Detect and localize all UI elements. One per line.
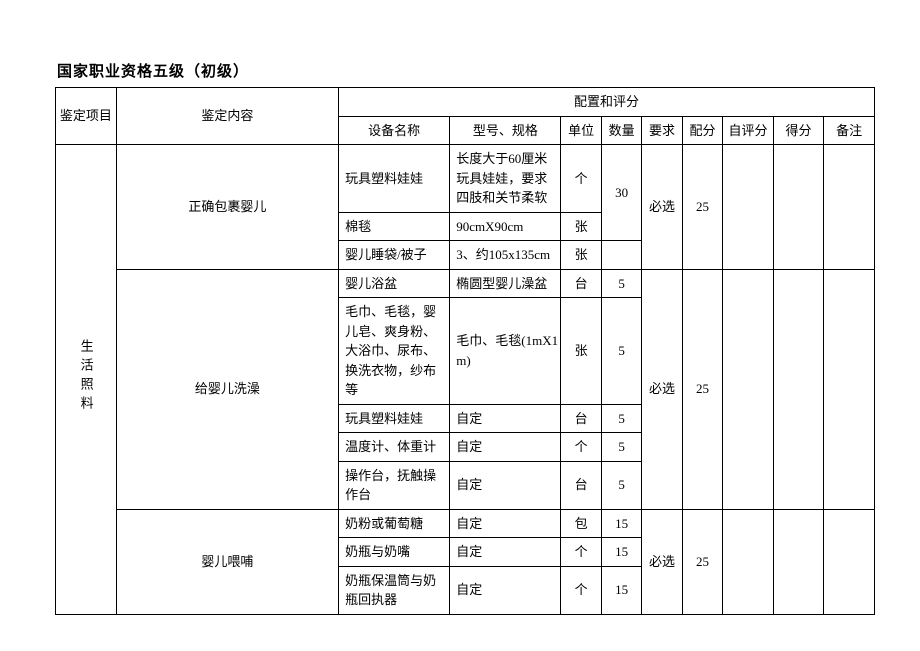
header-note: 备注 — [824, 116, 875, 145]
qty-cell: 15 — [601, 566, 641, 614]
header-content: 鉴定内容 — [116, 88, 338, 145]
equip-cell: 奶粉或葡萄糖 — [339, 509, 450, 538]
table-row: 婴儿喂哺 奶粉或葡萄糖 自定 包 15 必选 25 — [56, 509, 875, 538]
header-req: 要求 — [642, 116, 682, 145]
unit-cell: 包 — [561, 509, 601, 538]
qty-cell: 15 — [601, 538, 641, 567]
unit-cell: 张 — [561, 298, 601, 405]
assessment-table: 鉴定项目 鉴定内容 配置和评分 设备名称 型号、规格 单位 数量 要求 配分 自… — [55, 87, 875, 615]
equip-cell: 棉毯 — [339, 212, 450, 241]
spec-cell: 自定 — [450, 433, 561, 462]
spec-cell: 自定 — [450, 538, 561, 567]
unit-cell: 个 — [561, 538, 601, 567]
qty-cell: 5 — [601, 404, 641, 433]
spec-cell: 90cmX90cm — [450, 212, 561, 241]
score-cell: 25 — [682, 269, 722, 509]
unit-cell: 张 — [561, 212, 601, 241]
equip-cell: 奶瓶与奶嘴 — [339, 538, 450, 567]
header-score: 配分 — [682, 116, 722, 145]
req-cell: 必选 — [642, 145, 682, 270]
get-cell — [773, 269, 824, 509]
header-unit: 单位 — [561, 116, 601, 145]
self-cell — [723, 509, 774, 614]
content-cell: 婴儿喂哺 — [116, 509, 338, 614]
spec-cell: 自定 — [450, 461, 561, 509]
qty-cell: 5 — [601, 269, 641, 298]
header-qty: 数量 — [601, 116, 641, 145]
req-cell: 必选 — [642, 269, 682, 509]
equip-cell: 操作台，抚触操作台 — [339, 461, 450, 509]
table-row: 生活照料 正确包裹婴儿 玩具塑料娃娃 长度大于60厘米玩具娃娃，要求四肢和关节柔… — [56, 145, 875, 213]
self-cell — [723, 269, 774, 509]
spec-cell: 长度大于60厘米玩具娃娃，要求四肢和关节柔软 — [450, 145, 561, 213]
table-row: 给婴儿洗澡 婴儿浴盆 椭圆型婴儿澡盆 台 5 必选 25 — [56, 269, 875, 298]
unit-cell: 台 — [561, 461, 601, 509]
spec-cell: 椭圆型婴儿澡盆 — [450, 269, 561, 298]
equip-cell: 奶瓶保温筒与奶瓶回执器 — [339, 566, 450, 614]
spec-cell: 毛巾、毛毯(1mX1m) — [450, 298, 561, 405]
note-cell — [824, 145, 875, 270]
header-spec: 型号、规格 — [450, 116, 561, 145]
self-cell — [723, 145, 774, 270]
qty-cell: 15 — [601, 509, 641, 538]
spec-cell: 自定 — [450, 566, 561, 614]
score-cell: 25 — [682, 509, 722, 614]
unit-cell: 个 — [561, 566, 601, 614]
unit-cell: 张 — [561, 241, 601, 270]
req-cell: 必选 — [642, 509, 682, 614]
note-cell — [824, 269, 875, 509]
header-row-1: 鉴定项目 鉴定内容 配置和评分 — [56, 88, 875, 117]
spec-cell: 自定 — [450, 509, 561, 538]
header-equip: 设备名称 — [339, 116, 450, 145]
get-cell — [773, 145, 824, 270]
header-self: 自评分 — [723, 116, 774, 145]
equip-cell: 婴儿睡袋/被子 — [339, 241, 450, 270]
unit-cell: 台 — [561, 269, 601, 298]
equip-cell: 温度计、体重计 — [339, 433, 450, 462]
header-get: 得分 — [773, 116, 824, 145]
equip-cell: 玩具塑料娃娃 — [339, 404, 450, 433]
get-cell — [773, 509, 824, 614]
header-config: 配置和评分 — [339, 88, 875, 117]
qty-cell — [601, 241, 641, 270]
spec-cell: 自定 — [450, 404, 561, 433]
qty-cell: 5 — [601, 298, 641, 405]
qty-cell: 5 — [601, 461, 641, 509]
score-cell: 25 — [682, 145, 722, 270]
equip-cell: 毛巾、毛毯，婴儿皂、爽身粉、大浴巾、尿布、换洗衣物，纱布等 — [339, 298, 450, 405]
unit-cell: 个 — [561, 433, 601, 462]
page-title: 国家职业资格五级（初级） — [57, 60, 875, 81]
equip-cell: 婴儿浴盆 — [339, 269, 450, 298]
header-project: 鉴定项目 — [56, 88, 117, 145]
note-cell — [824, 509, 875, 614]
project-cell: 生活照料 — [56, 145, 117, 615]
equip-cell: 玩具塑料娃娃 — [339, 145, 450, 213]
unit-cell: 个 — [561, 145, 601, 213]
unit-cell: 台 — [561, 404, 601, 433]
qty-cell: 5 — [601, 433, 641, 462]
content-cell: 给婴儿洗澡 — [116, 269, 338, 509]
spec-cell: 3、约105x135cm — [450, 241, 561, 270]
qty-cell: 30 — [601, 145, 641, 241]
content-cell: 正确包裹婴儿 — [116, 145, 338, 270]
